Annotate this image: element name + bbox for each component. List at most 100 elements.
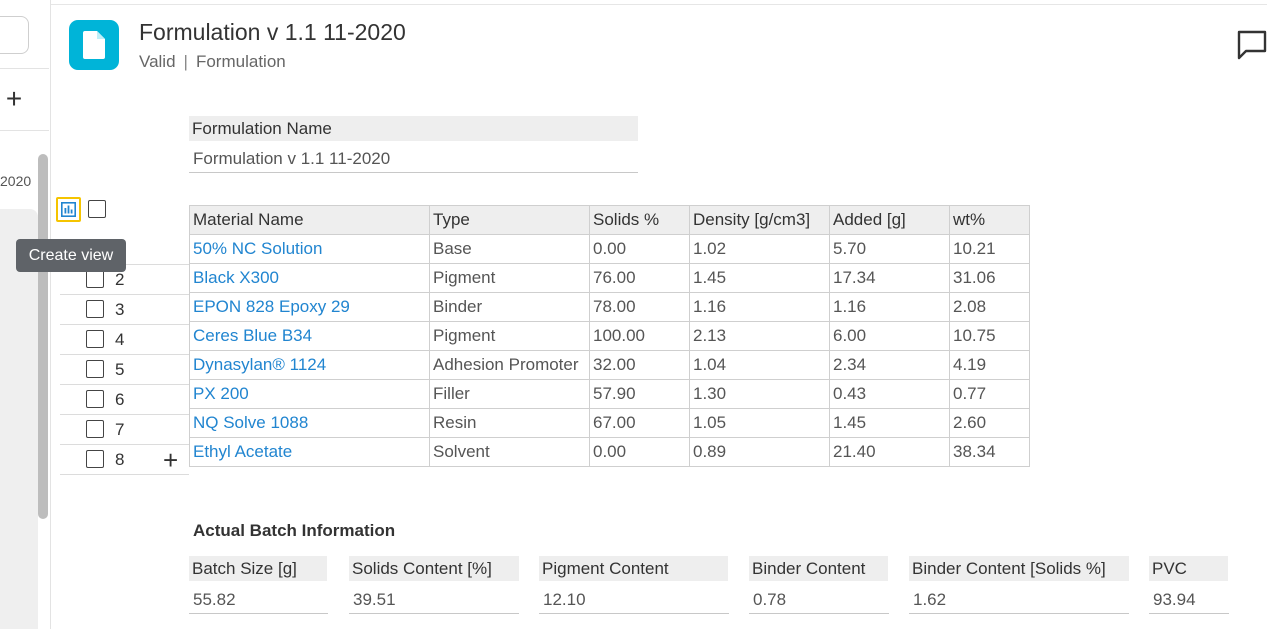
material-type[interactable]: Solvent [429,437,590,467]
material-wt[interactable]: 2.08 [949,292,1030,322]
material-solids[interactable]: 67.00 [589,408,690,438]
sidebar-search-input[interactable] [0,16,29,54]
column-header[interactable]: Type [429,205,590,235]
material-added[interactable]: 1.45 [829,408,950,438]
material-wt[interactable]: 2.60 [949,408,1030,438]
material-density[interactable]: 1.30 [689,379,830,409]
material-wt[interactable]: 0.77 [949,379,1030,409]
column-header[interactable]: Solids % [589,205,690,235]
row-number: 2 [115,270,125,289]
table-row: Ceres Blue B34 Pigment 100.00 2.13 6.00 … [189,321,1030,351]
material-type[interactable]: Filler [429,379,590,409]
pigment-content-field[interactable]: 12.10 [539,585,729,614]
material-wt[interactable]: 4.19 [949,350,1030,380]
pigment-content-label: Pigment Content [539,556,728,581]
column-header[interactable]: Material Name [189,205,430,235]
row-checkbox[interactable] [86,300,104,318]
material-wt[interactable]: 10.75 [949,321,1030,351]
status-label: Valid [139,52,176,71]
material-solids[interactable]: 78.00 [589,292,690,322]
row-number: 6 [115,390,125,409]
binder-content-solids-field[interactable]: 1.62 [909,585,1129,614]
row-number: 8 [115,450,125,469]
material-solids[interactable]: 57.90 [589,379,690,409]
column-header[interactable]: Density [g/cm3] [689,205,830,235]
material-added[interactable]: 21.40 [829,437,950,467]
material-added[interactable]: 2.34 [829,350,950,380]
material-added[interactable]: 1.16 [829,292,950,322]
batch-size-field[interactable]: 55.82 [189,585,328,614]
material-added[interactable]: 0.43 [829,379,950,409]
row-divider [60,324,189,325]
material-link[interactable]: Ethyl Acetate [189,437,430,467]
table-row: Black X300 Pigment 76.00 1.45 17.34 31.0… [189,263,1030,293]
row-number: 4 [115,330,125,349]
column-header[interactable]: Added [g] [829,205,950,235]
material-link[interactable]: NQ Solve 1088 [189,408,430,438]
material-density[interactable]: 1.16 [689,292,830,322]
create-view-button[interactable] [56,197,81,222]
table-row: Ethyl Acetate Solvent 0.00 0.89 21.40 38… [189,437,1030,467]
material-density[interactable]: 1.05 [689,408,830,438]
binder-content-label: Binder Content [749,556,888,581]
material-link[interactable]: Ceres Blue B34 [189,321,430,351]
table-row: PX 200 Filler 57.90 1.30 0.43 0.77 [189,379,1030,409]
material-density[interactable]: 1.02 [689,234,830,264]
sidebar-scrollbar[interactable] [38,154,48,519]
material-density[interactable]: 1.45 [689,263,830,293]
material-solids[interactable]: 76.00 [589,263,690,293]
material-solids[interactable]: 32.00 [589,350,690,380]
material-link[interactable]: Dynasylan® 1124 [189,350,430,380]
sidebar-item-label[interactable]: 2020 [0,173,31,189]
material-wt[interactable]: 31.06 [949,263,1030,293]
table-row: NQ Solve 1088 Resin 67.00 1.05 1.45 2.60 [189,408,1030,438]
material-type[interactable]: Base [429,234,590,264]
material-link[interactable]: PX 200 [189,379,430,409]
material-density[interactable]: 1.04 [689,350,830,380]
material-added[interactable]: 6.00 [829,321,950,351]
row-checkbox[interactable] [86,420,104,438]
pvc-field[interactable]: 93.94 [1149,585,1229,614]
binder-content-field[interactable]: 0.78 [749,585,889,614]
material-density[interactable]: 2.13 [689,321,830,351]
row-checkbox[interactable] [86,330,104,348]
formulation-name-field[interactable]: Formulation v 1.1 11-2020 [189,145,638,173]
row-checkbox[interactable] [86,390,104,408]
material-type[interactable]: Adhesion Promoter [429,350,590,380]
sidebar: + 2020 [0,0,51,629]
material-type[interactable]: Pigment [429,263,590,293]
add-row-icon[interactable]: + [163,447,178,473]
comment-icon[interactable] [1237,30,1267,65]
plus-icon[interactable]: + [0,84,28,114]
top-divider [50,4,1267,5]
page-title: Formulation v 1.1 11-2020 [139,19,406,45]
batch-size-label: Batch Size [g] [189,556,327,581]
material-type[interactable]: Resin [429,408,590,438]
material-type[interactable]: Binder [429,292,590,322]
select-all-checkbox[interactable] [88,200,106,218]
material-density[interactable]: 0.89 [689,437,830,467]
row-checkbox[interactable] [86,450,104,468]
material-added[interactable]: 17.34 [829,263,950,293]
table-header-row: Material Name Type Solids % Density [g/c… [189,205,1030,235]
sidebar-item-active[interactable] [0,209,38,629]
material-wt[interactable]: 10.21 [949,234,1030,264]
material-added[interactable]: 5.70 [829,234,950,264]
material-wt[interactable]: 38.34 [949,437,1030,467]
row-number: 5 [115,360,125,379]
material-link[interactable]: EPON 828 Epoxy 29 [189,292,430,322]
table-row: EPON 828 Epoxy 29 Binder 78.00 1.16 1.16… [189,292,1030,322]
material-link[interactable]: Black X300 [189,263,430,293]
binder-content-solids-label: Binder Content [Solids %] [909,556,1129,581]
material-solids[interactable]: 0.00 [589,437,690,467]
table-row: Dynasylan® 1124 Adhesion Promoter 32.00 … [189,350,1030,380]
material-solids[interactable]: 100.00 [589,321,690,351]
material-solids[interactable]: 0.00 [589,234,690,264]
material-link[interactable]: 50% NC Solution [189,234,430,264]
row-checkbox[interactable] [86,360,104,378]
solids-content-field[interactable]: 39.51 [349,585,519,614]
type-label: Formulation [195,52,286,71]
row-checkbox[interactable] [86,270,104,288]
column-header[interactable]: wt% [949,205,1030,235]
material-type[interactable]: Pigment [429,321,590,351]
